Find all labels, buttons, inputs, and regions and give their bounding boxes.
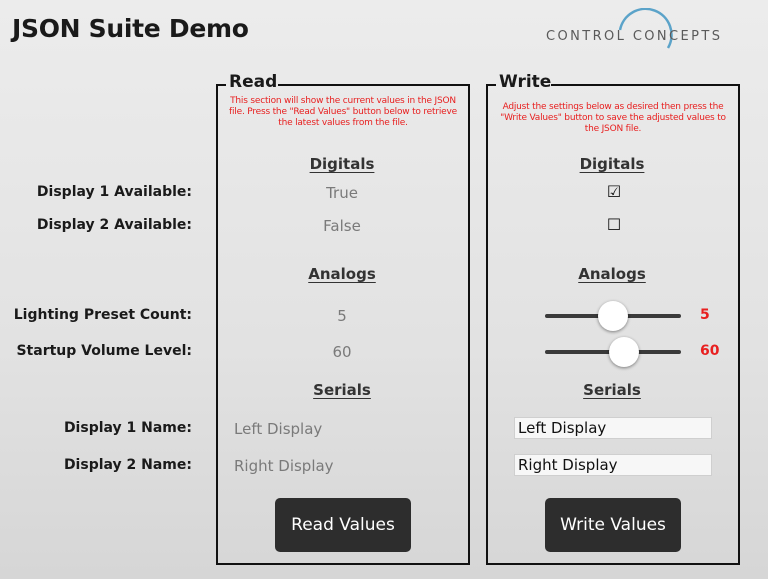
label-display1-name: Display 1 Name:: [63, 420, 192, 436]
write-values-button[interactable]: Write Values: [545, 498, 681, 552]
write-analogs-header: Analogs: [578, 265, 646, 283]
display1-available-checkbox[interactable]: ☑: [604, 182, 624, 201]
read-note: This section will show the current value…: [229, 96, 457, 128]
read-digitals-header: Digitals: [309, 155, 375, 173]
read-lighting-preset-count: 5: [337, 307, 347, 325]
label-display2-name: Display 2 Name:: [63, 457, 192, 473]
label-lighting-preset-count: Lighting Preset Count:: [13, 307, 192, 323]
read-values-button[interactable]: Read Values: [275, 498, 411, 552]
read-display2-name: Right Display: [234, 457, 334, 475]
read-analogs-header: Analogs: [308, 265, 376, 283]
read-panel-title: Read: [229, 72, 278, 92]
display2-available-checkbox[interactable]: ☐: [604, 215, 624, 234]
label-startup-volume-level: Startup Volume Level:: [16, 343, 192, 359]
read-serials-header: Serials: [313, 381, 371, 399]
read-panel-border-right: [278, 84, 470, 86]
write-note: Adjust the settings below as desired the…: [500, 102, 726, 134]
read-panel-border-left: [216, 84, 226, 86]
read-display2-available: False: [323, 217, 361, 235]
write-panel-border-left: [486, 84, 496, 86]
startup-volume-slider-thumb[interactable]: [608, 337, 639, 367]
logo-text: CONTROL CONCEPTS: [546, 29, 723, 44]
lighting-preset-value: 5: [700, 307, 710, 323]
display2-name-input[interactable]: [514, 454, 712, 476]
startup-volume-value: 60: [700, 343, 720, 359]
read-startup-volume-level: 60: [332, 343, 352, 361]
write-panel-title: Write: [499, 72, 552, 92]
read-display1-available: True: [326, 184, 358, 202]
write-serials-header: Serials: [583, 381, 641, 399]
control-concepts-logo: CONTROL CONCEPTS: [540, 8, 745, 68]
display1-name-input[interactable]: [514, 417, 712, 439]
label-display1-available: Display 1 Available:: [36, 184, 192, 200]
label-display2-available: Display 2 Available:: [36, 217, 192, 233]
app-title: JSON Suite Demo: [12, 14, 249, 43]
read-display1-name: Left Display: [234, 420, 323, 438]
write-panel-border-right: [551, 84, 740, 86]
write-digitals-header: Digitals: [579, 155, 645, 173]
lighting-preset-slider-thumb[interactable]: [598, 301, 628, 331]
